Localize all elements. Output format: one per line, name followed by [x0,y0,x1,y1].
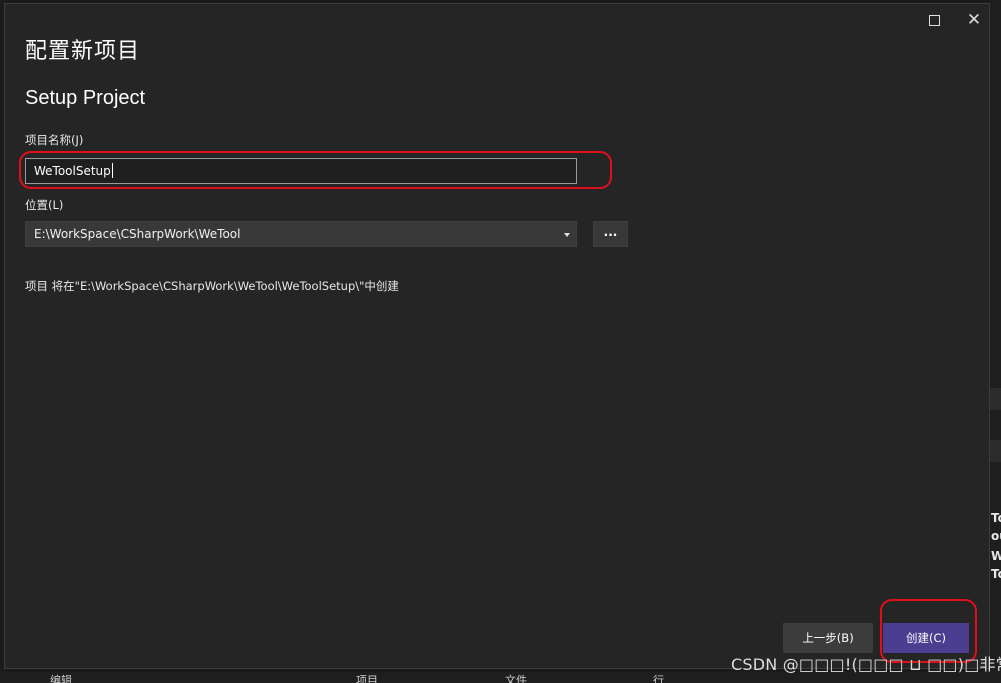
project-name-input[interactable] [25,158,577,184]
location-combobox[interactable]: E:\WorkSpace\CSharpWork\WeTool [25,221,577,247]
csdn-watermark: CSDN @□□□!(□□□ ⊔ □□)□非常暴躁 [731,655,1001,674]
background-text-fragment: 文件 [505,674,527,683]
configure-project-dialog: ✕ 配置新项目 Setup Project 项目名称(J) 位置(L) E:\W… [4,3,990,669]
close-button[interactable]: ✕ [954,5,994,35]
background-text-fragment: To [991,567,1001,581]
background-strip [990,440,1001,462]
background-text-fragment: 项目 [356,674,378,683]
close-icon: ✕ [966,9,982,30]
create-button[interactable]: 创建(C) [883,623,969,653]
back-button[interactable]: 上一步(B) [783,623,873,653]
maximize-icon [928,14,940,26]
project-path-info: 项目 将在"E:\WorkSpace\CSharpWork\WeTool\WeT… [25,279,399,293]
background-text-fragment: 编辑 [50,674,72,683]
template-name: Setup Project [25,87,146,109]
maximize-button[interactable] [914,5,954,35]
location-value: E:\WorkSpace\CSharpWork\WeTool [34,227,241,241]
background-ide-right-edge: To ou Wo To [990,0,1001,683]
location-label: 位置(L) [25,198,64,212]
chevron-down-icon[interactable] [564,233,570,237]
background-text-fragment: Wo [991,549,1001,563]
text-cursor [112,163,113,178]
browse-button[interactable]: ... [593,221,628,247]
background-text-fragment: 行 [653,674,664,683]
project-name-label: 项目名称(J) [25,133,84,147]
background-text-fragment: ou [991,529,1001,543]
background-text-fragment: To [991,511,1001,525]
dialog-title: 配置新项目 [25,39,141,64]
background-strip [990,388,1001,410]
